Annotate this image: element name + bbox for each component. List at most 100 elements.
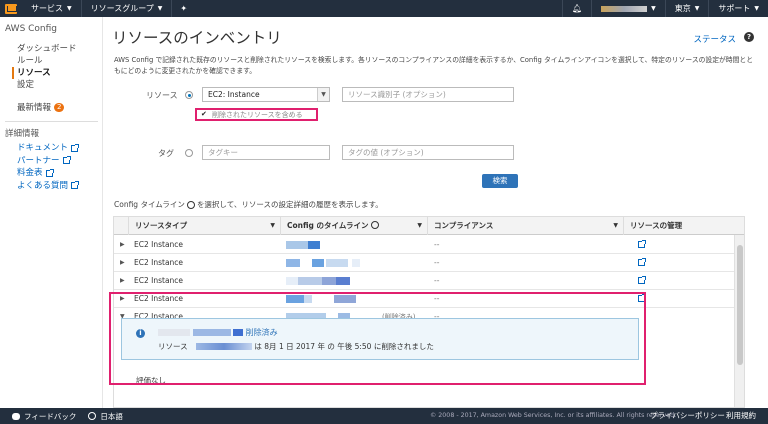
page-title: リソースのインベントリ [112, 29, 282, 47]
language-label: 日本語 [100, 411, 123, 421]
tag-value-input[interactable]: タグの値 (オプション) [342, 145, 514, 160]
include-deleted-checkbox[interactable]: ✔ 削除されたリソースを含める [195, 108, 318, 121]
include-deleted-label: 削除されたリソースを含める [212, 110, 303, 119]
compliance-cell: -- [434, 258, 440, 267]
account-menu[interactable]: ▼ [591, 0, 665, 17]
expand-triangle-icon[interactable]: ▶ [120, 272, 125, 290]
page-description: AWS Config で記録された既存のリソースと削除されたリソースを検索します… [114, 56, 753, 75]
expand-column-header [114, 217, 128, 235]
chevron-down-icon: ▼ [694, 5, 700, 12]
sort-caret-icon: ▼ [613, 222, 618, 229]
copyright-text: © 2008 - 2017, Amazon Web Services, Inc.… [430, 412, 677, 419]
compliance-cell: -- [434, 240, 440, 249]
highlight-frame [109, 292, 646, 385]
expand-triangle-icon[interactable]: ▶ [120, 236, 125, 254]
tag-label: タグ [158, 149, 174, 158]
sort-caret-icon: ▼ [270, 222, 275, 229]
table-header: リソースタイプ ▼ Config のタイムライン ▼ コンプライアンス ▼ リソ… [114, 217, 744, 235]
chevron-down-icon: ▼ [157, 5, 163, 12]
column-header-label: コンプライアンス [434, 221, 494, 230]
scrollbar-thumb[interactable] [737, 245, 743, 365]
external-link-icon [71, 143, 80, 152]
services-label: サービス [31, 4, 63, 13]
privacy-policy-link[interactable]: プライバシーポリシー [650, 408, 725, 424]
expand-triangle-icon[interactable]: ▶ [120, 254, 125, 272]
timeline-note-start: Config タイムライン [114, 200, 185, 209]
resource-type-cell: EC2 Instance [134, 258, 184, 267]
aws-logo-icon[interactable] [0, 0, 22, 17]
tag-key-input[interactable]: タグキー [202, 145, 330, 160]
table-row[interactable]: ▶ EC2 Instance -- [114, 236, 734, 254]
column-header-type[interactable]: リソースタイプ ▼ [128, 217, 280, 235]
news-label: 最新情報 [17, 103, 52, 113]
link-faq[interactable]: よくある質問 [17, 180, 102, 193]
chevron-down-icon: ▼ [651, 5, 656, 12]
service-name[interactable]: AWS Config [5, 24, 102, 34]
column-header-label: リソースの管理 [630, 221, 683, 230]
timeline-clock-icon [371, 221, 380, 229]
speech-bubble-icon [12, 412, 20, 420]
terms-link[interactable]: 利用規約 [726, 408, 756, 424]
link-partners[interactable]: パートナー [17, 155, 102, 168]
sidebar-item-resources[interactable]: リソース [12, 67, 102, 79]
column-header-label: リソースタイプ [135, 221, 188, 230]
chevron-down-icon: ▼ [67, 5, 72, 12]
timeline-id-redacted[interactable] [286, 241, 416, 249]
sidebar-item-news[interactable]: 最新情報 2 [5, 101, 102, 113]
chevron-down-icon: ▼ [317, 88, 329, 101]
resource-radio[interactable] [185, 91, 193, 99]
timeline-id-redacted[interactable] [286, 277, 416, 285]
pin-icon[interactable]: ✦ [172, 0, 195, 17]
language-selector[interactable]: 日本語 [76, 411, 123, 422]
external-link-icon [62, 156, 71, 165]
resource-groups-label: リソースグループ [90, 4, 154, 13]
resource-label: リソース [146, 91, 178, 100]
sidebar-item-dashboard[interactable]: ダッシュボード [17, 43, 102, 55]
sidebar-nav: ダッシュボード ルール リソース 設定 [5, 43, 102, 91]
external-link-icon [45, 168, 54, 177]
help-icon[interactable]: ? [744, 32, 754, 42]
services-menu[interactable]: サービス ▼ [22, 0, 82, 17]
timeline-note-end: を選択して、リソースの設定詳細の履歴を表示します。 [196, 200, 383, 209]
column-header-label: Config のタイムライン [287, 221, 369, 230]
link-label: 料金表 [17, 168, 43, 178]
tag-radio[interactable] [185, 149, 193, 157]
sidebar: AWS Config ダッシュボード ルール リソース 設定 最新情報 2 詳細… [0, 17, 103, 408]
resource-id-input[interactable]: リソース識別子 (オプション) [342, 87, 514, 102]
column-header-management: リソースの管理 [623, 217, 744, 235]
link-pricing[interactable]: 料金表 [17, 167, 102, 180]
sidebar-item-rules[interactable]: ルール [17, 55, 102, 67]
link-documentation[interactable]: ドキュメント [17, 142, 102, 155]
feedback-label: フィードバック [24, 411, 77, 421]
external-link-icon[interactable] [638, 240, 646, 248]
feedback-button[interactable]: フィードバック [0, 411, 76, 422]
external-link-icon[interactable] [638, 258, 646, 266]
compliance-cell: -- [434, 276, 440, 285]
divider [5, 121, 98, 122]
timeline-id-redacted[interactable] [286, 259, 416, 267]
status-link[interactable]: ステータス [693, 33, 736, 45]
table-row[interactable]: ▶ EC2 Instance -- [114, 272, 734, 290]
bell-icon[interactable]: 🔔︎ [561, 0, 591, 17]
link-label: よくある質問 [17, 180, 69, 191]
resource-type-select[interactable]: EC2: Instance ▼ [202, 87, 330, 102]
region-menu[interactable]: 東京 ▼ [664, 0, 709, 17]
sidebar-item-settings[interactable]: 設定 [17, 79, 102, 91]
footer: フィードバック 日本語 © 2008 - 2017, Amazon Web Se… [0, 408, 768, 424]
resource-type-cell: EC2 Instance [134, 276, 184, 285]
resource-groups-menu[interactable]: リソースグループ ▼ [82, 0, 173, 17]
support-label: サポート [718, 4, 751, 13]
support-menu[interactable]: サポート ▼ [708, 0, 768, 17]
external-link-icon[interactable] [638, 276, 646, 284]
search-button[interactable]: 検索 [482, 174, 518, 188]
column-header-compliance[interactable]: コンプライアンス ▼ [427, 217, 623, 235]
resource-type-value: EC2: Instance [208, 90, 260, 99]
column-header-timeline[interactable]: Config のタイムライン ▼ [280, 217, 427, 235]
news-count-badge: 2 [54, 102, 65, 112]
top-nav: サービス ▼ リソースグループ ▼ ✦ 🔔︎ ▼ 東京 ▼ サポート ▼ [0, 0, 768, 17]
account-name-redacted [601, 5, 648, 12]
table-scrollbar[interactable] [734, 235, 744, 407]
link-label: パートナー [17, 155, 60, 166]
chevron-down-icon: ▼ [754, 5, 759, 12]
table-row[interactable]: ▶ EC2 Instance -- [114, 254, 734, 272]
